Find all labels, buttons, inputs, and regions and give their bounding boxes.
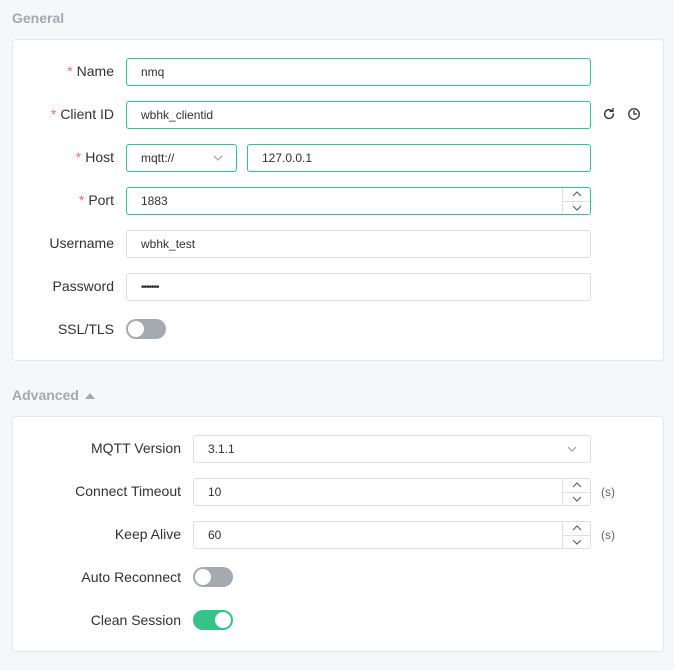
port-stepper: [562, 188, 590, 214]
toggle-knob: [215, 612, 231, 628]
connect-timeout-label: Connect Timeout: [75, 483, 181, 499]
connect-timeout-unit: (s): [601, 485, 615, 499]
ssl-toggle[interactable]: [126, 319, 166, 339]
password-input[interactable]: •••••••: [126, 273, 591, 301]
host-label-text: Host: [85, 149, 114, 165]
client-id-label-text: Client ID: [60, 106, 114, 122]
password-label: Password: [53, 278, 114, 294]
protocol-select[interactable]: mqtt://: [126, 144, 237, 172]
required-mark: *: [50, 106, 57, 122]
refresh-icon[interactable]: [601, 106, 617, 122]
clean-session-label-text: Clean Session: [90, 612, 181, 628]
connect-timeout-value: 10: [208, 485, 222, 499]
port-input[interactable]: 1883: [126, 187, 591, 215]
increase-icon[interactable]: [563, 479, 590, 492]
chevron-down-icon: [566, 443, 578, 458]
clean-session-toggle[interactable]: [193, 610, 233, 630]
client-id-label: * Client ID: [51, 106, 114, 122]
advanced-section-title[interactable]: Advanced: [12, 387, 95, 403]
keep-alive-unit: (s): [601, 528, 615, 542]
decrease-icon[interactable]: [563, 534, 590, 549]
clean-session-label: Clean Session: [91, 612, 181, 628]
keep-alive-input[interactable]: 60: [193, 521, 591, 549]
username-label-text: Username: [49, 235, 114, 251]
username-input-value: wbhk_test: [141, 237, 196, 251]
advanced-title-text: Advanced: [12, 387, 79, 403]
port-label: * Port: [79, 192, 114, 208]
keep-alive-value: 60: [208, 528, 222, 542]
name-label: * Name: [67, 63, 114, 79]
mqtt-version-label-text: MQTT Version: [91, 440, 181, 456]
username-input[interactable]: wbhk_test: [126, 230, 591, 258]
decrease-icon[interactable]: [563, 200, 590, 215]
increase-icon[interactable]: [563, 188, 590, 201]
keep-alive-stepper: [562, 522, 590, 548]
mqtt-version-select[interactable]: 3.1.1: [193, 435, 591, 463]
ssl-label: SSL/TLS: [58, 321, 114, 337]
connect-timeout-label-text: Connect Timeout: [75, 483, 181, 499]
required-mark: *: [75, 149, 82, 165]
username-label: Username: [49, 235, 114, 251]
auto-reconnect-toggle[interactable]: [193, 567, 233, 587]
name-label-text: Name: [76, 63, 114, 79]
client-id-input-value: wbhk_clientid: [141, 108, 214, 122]
keep-alive-label: Keep Alive: [115, 526, 181, 542]
required-mark: *: [67, 63, 73, 79]
toggle-knob: [128, 321, 144, 337]
caret-up-icon: [84, 387, 95, 403]
ssl-label-text: SSL/TLS: [57, 321, 114, 337]
port-label-text: Port: [88, 192, 114, 208]
password-label-text: Password: [52, 278, 114, 294]
increase-icon[interactable]: [563, 522, 590, 535]
clock-icon[interactable]: [626, 106, 642, 122]
client-id-input[interactable]: wbhk_clientid: [126, 101, 591, 129]
toggle-knob: [195, 569, 211, 585]
host-input-value: 127.0.0.1: [262, 151, 313, 165]
host-input[interactable]: 127.0.0.1: [247, 144, 591, 172]
protocol-select-value: mqtt://: [141, 151, 175, 165]
chevron-down-icon: [212, 152, 224, 167]
auto-reconnect-label: Auto Reconnect: [81, 569, 181, 585]
name-input-value: nmq: [141, 65, 165, 79]
port-input-value: 1883: [141, 194, 168, 208]
host-label: * Host: [76, 149, 114, 165]
keep-alive-label-text: Keep Alive: [114, 526, 181, 542]
name-input[interactable]: nmq: [126, 58, 591, 86]
decrease-icon[interactable]: [563, 491, 590, 506]
connect-timeout-input[interactable]: 10: [193, 478, 591, 506]
mqtt-version-value: 3.1.1: [208, 442, 235, 456]
mqtt-version-label: MQTT Version: [91, 440, 181, 456]
auto-reconnect-label-text: Auto Reconnect: [81, 569, 181, 585]
password-input-value: •••••••: [141, 281, 159, 293]
general-title-text: General: [12, 10, 65, 26]
connect-timeout-stepper: [562, 479, 590, 505]
general-section-title: General: [12, 10, 64, 26]
required-mark: *: [78, 192, 85, 208]
